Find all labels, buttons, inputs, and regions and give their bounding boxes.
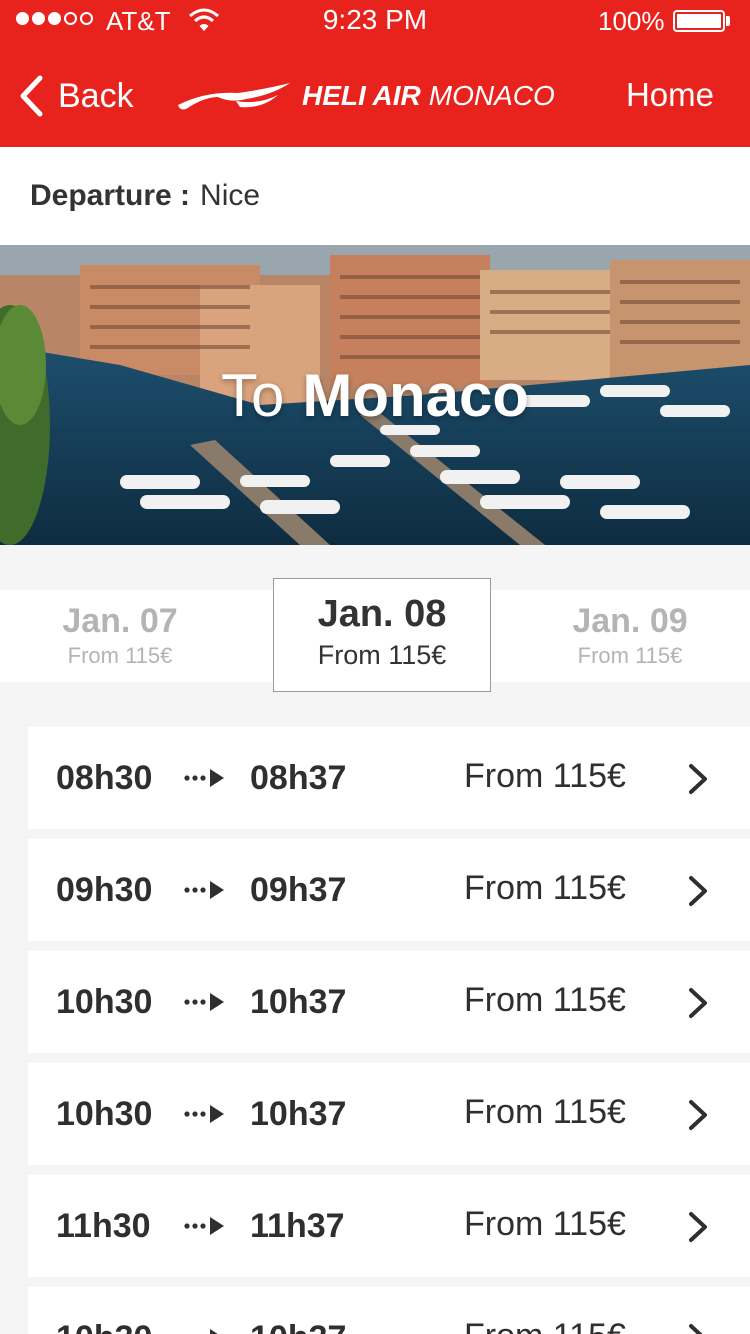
hero-destination: Monaco — [302, 361, 530, 429]
chevron-right-icon — [689, 876, 707, 906]
flight-row[interactable]: 09h30 09h37 From 115€ — [28, 839, 750, 941]
flight-list: 08h30 08h37 From 115€ 09h30 09h37 From 1… — [28, 727, 750, 1334]
dotted-arrow-icon — [184, 1105, 224, 1123]
battery-icon — [673, 10, 725, 32]
departure-time: 10h30 — [56, 983, 153, 1021]
home-button[interactable]: Home — [626, 76, 714, 114]
hero-title: To Monaco — [0, 245, 750, 545]
date-option-price: From 115€ — [577, 643, 683, 668]
date-option-date: Jan. 09 — [572, 602, 688, 640]
flight-price: From 115€ — [464, 1205, 626, 1243]
logo-text-light: MONACO — [428, 80, 555, 111]
departure-label: Departure : — [30, 179, 191, 212]
chevron-right-icon — [689, 764, 707, 794]
chevron-right-icon — [689, 988, 707, 1018]
arrival-time: 11h37 — [250, 1207, 345, 1245]
back-button[interactable]: Back — [18, 72, 134, 120]
departure-row: Departure : Nice — [0, 147, 750, 245]
date-option-price: From 115€ — [317, 640, 447, 670]
date-selector: Jan. 07 From 115€ Jan. 09 From 115€ Jan.… — [0, 578, 750, 692]
heli-swoosh-logo-icon — [178, 83, 290, 110]
flight-price: From 115€ — [464, 1317, 626, 1334]
arrival-time: 08h37 — [250, 759, 347, 797]
logo-text-bold: HELI AIR — [302, 80, 421, 111]
date-option-next[interactable]: Jan. 09 From 115€ — [510, 590, 750, 682]
dotted-arrow-icon — [184, 769, 224, 787]
departure-value: Nice — [200, 179, 261, 212]
date-option-date: Jan. 08 — [317, 593, 447, 635]
dotted-arrow-icon — [210, 1329, 218, 1334]
departure-time: 09h30 — [56, 871, 153, 909]
top-bar: AT&T 9:23 PM 100% Back HELI AIR MONACO H… — [0, 0, 750, 147]
chevron-right-icon — [689, 1324, 703, 1334]
date-option-selected[interactable]: Jan. 08 From 115€ — [273, 578, 491, 692]
battery-percent: 100% — [598, 6, 665, 36]
arrival-time: 10h37 — [250, 983, 347, 1021]
dotted-arrow-icon — [184, 881, 224, 899]
chevron-right-icon — [689, 1212, 707, 1242]
date-option-prev[interactable]: Jan. 07 From 115€ — [0, 590, 240, 682]
chevron-right-icon — [689, 1100, 707, 1130]
flight-price: From 115€ — [464, 1093, 626, 1131]
flight-row[interactable]: 10h30 10h37 From 115€ — [28, 1287, 750, 1334]
arrival-time: 10h37 — [250, 1319, 346, 1334]
destination-hero: To Monaco — [0, 245, 750, 545]
flight-row[interactable]: 11h30 11h37 From 115€ — [28, 1175, 750, 1277]
flight-row[interactable]: 08h30 08h37 From 115€ — [28, 727, 750, 829]
date-option-date: Jan. 07 — [62, 602, 178, 640]
flight-row[interactable]: 10h30 10h37 From 115€ — [28, 1063, 750, 1165]
flight-row[interactable]: 10h30 10h37 From 115€ — [28, 951, 750, 1053]
departure-time: 10h30 — [56, 1319, 152, 1334]
battery-tip — [726, 16, 730, 26]
status-bar: AT&T 9:23 PM 100% — [0, 0, 750, 40]
flight-price: From 115€ — [464, 869, 626, 907]
departure-time: 08h30 — [56, 759, 153, 797]
departure-time: 10h30 — [56, 1095, 153, 1133]
departure-time: 11h30 — [56, 1207, 151, 1245]
heli-air-monaco-logo: HELI AIR MONACO — [176, 76, 555, 116]
hero-title-prefix: To — [220, 361, 285, 429]
flight-price: From 115€ — [464, 981, 626, 1019]
flight-price: From 115€ — [464, 757, 626, 795]
chevron-left-icon — [20, 75, 43, 117]
back-label: Back — [58, 76, 134, 115]
arrival-time: 09h37 — [250, 871, 347, 909]
arrival-time: 10h37 — [250, 1095, 347, 1133]
dotted-arrow-icon — [184, 1217, 224, 1235]
dotted-arrow-icon — [184, 993, 224, 1011]
date-option-price: From 115€ — [67, 643, 173, 668]
